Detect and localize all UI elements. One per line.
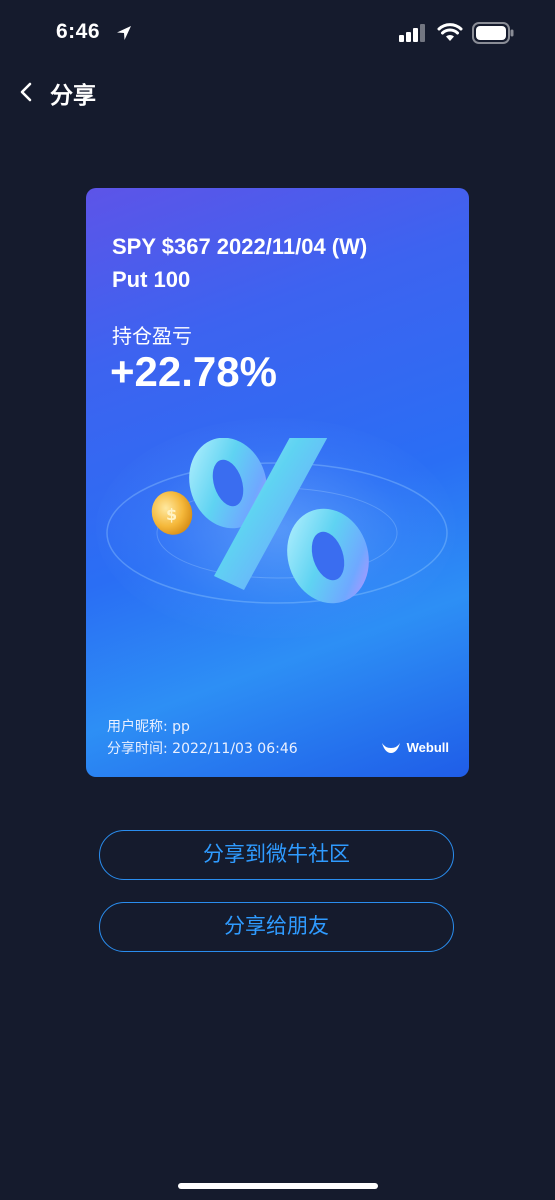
wifi-icon: [437, 23, 463, 41]
pl-label: 持仓盈亏: [112, 324, 192, 348]
page-title: 分享: [50, 83, 96, 109]
status-time: 6:46: [56, 20, 101, 43]
option-title-line1: SPY $367 2022/11/04 (W): [112, 234, 368, 259]
home-indicator[interactable]: [178, 1183, 378, 1189]
cellular-signal-icon: [399, 24, 425, 42]
location-arrow-icon: [117, 26, 131, 40]
option-title-line2: Put 100: [112, 267, 191, 292]
option-title: SPY $367 2022/11/04 (W) Put 100: [112, 230, 452, 296]
brand-name: Webull: [406, 740, 449, 755]
nickname: 用户昵称: pp: [107, 719, 190, 735]
status-bar: 6:46: [0, 0, 555, 64]
webull-logo-icon: [381, 742, 400, 753]
percent-illustration: $ $: [106, 438, 448, 604]
chevron-left-icon[interactable]: [14, 78, 40, 106]
pl-value: +22.78%: [110, 348, 277, 395]
nav-header: 分享: [0, 70, 555, 114]
share-to-community-button[interactable]: 分享到微牛社区: [99, 830, 454, 880]
svg-text:$: $: [166, 505, 177, 524]
battery-icon: [472, 22, 514, 44]
brand-mark: Webull: [381, 740, 449, 755]
share-card: SPY $367 2022/11/04 (W) Put 100 持仓盈亏 +22…: [86, 188, 469, 777]
share-time: 分享时间: 2022/11/03 06:46: [107, 741, 298, 757]
share-to-friends-button[interactable]: 分享给朋友: [99, 902, 454, 952]
